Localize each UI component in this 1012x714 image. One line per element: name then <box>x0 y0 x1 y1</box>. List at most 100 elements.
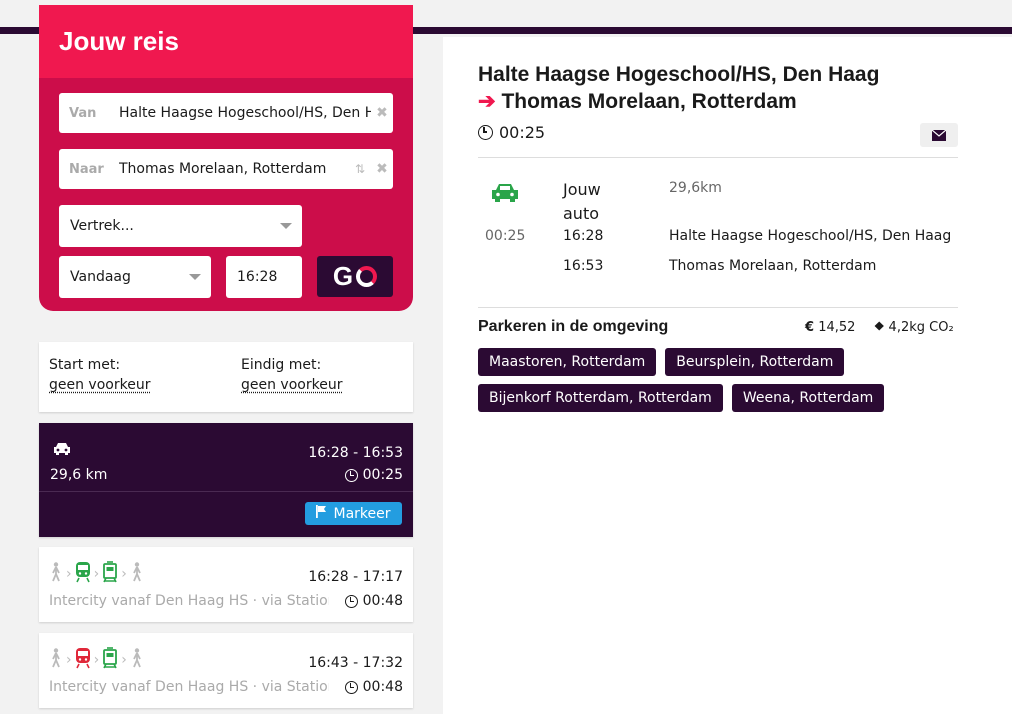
parking-chip[interactable]: Bijenkorf Rotterdam, Rotterdam <box>478 384 723 412</box>
chevron-right-icon: › <box>93 566 100 582</box>
chevron-right-icon: › <box>121 652 127 668</box>
route-times: 16:28 - 16:53 <box>308 445 403 461</box>
to-field[interactable]: Naar Thomas Morelaan, Rotterdam ⇅ ✖ <box>59 149 393 189</box>
route-duration: 00:48 <box>344 679 403 695</box>
start-pref-title: Start met: <box>49 357 121 373</box>
parking-list: Maastoren, Rotterdam Beursplein, Rotterda… <box>478 348 978 420</box>
parking-chip[interactable]: Weena, Rotterdam <box>731 384 885 412</box>
divider <box>478 157 958 158</box>
route-heading: Halte Haagse Hogeschool/HS, Den Haag ➔ T… <box>478 61 879 115</box>
route-from: Halte Haagse Hogeschool/HS, Den Haag <box>478 63 880 86</box>
start-pref-value[interactable]: geen voorkeur <box>49 377 150 393</box>
time-input-value: 16:28 <box>237 269 278 285</box>
leg-depart-place: Halte Haagse Hogeschool/HS, Den Haag <box>669 228 952 244</box>
to-label: Naar <box>69 161 104 177</box>
planner-header: Jouw reis <box>39 5 413 78</box>
trip-cost: € 14,52 <box>805 320 856 335</box>
train-icon <box>75 561 91 587</box>
route-to: Thomas Morelaan, Rotterdam <box>501 90 797 113</box>
day-select[interactable]: Vandaag <box>59 256 211 298</box>
leg-mode: Jouw auto <box>563 180 601 223</box>
route-duration-value: 00:25 <box>362 467 403 483</box>
total-duration-value: 00:25 <box>499 123 546 142</box>
route-times: 16:43 - 17:32 <box>308 655 403 671</box>
tram-icon <box>102 647 118 673</box>
go-logo-icon <box>356 266 378 287</box>
route-duration-value: 00:48 <box>362 593 403 609</box>
route-description: Intercity vanaf Den Haag HS · via Statio… <box>49 593 329 609</box>
trip-co2-value: 4,2kg CO₂ <box>888 320 954 335</box>
chevron-right-icon: › <box>121 566 127 582</box>
travel-preferences: Start met: geen voorkeur Eindig met: gee… <box>39 342 413 412</box>
leg-icons: › › › <box>49 561 144 587</box>
route-option-car[interactable]: 29,6 km 16:28 - 16:53 00:25 Markeer <box>39 423 413 537</box>
leaf-icon: ⯁ <box>874 320 885 335</box>
parking-title: Parkeren in de omgeving <box>478 318 669 335</box>
clock-icon <box>478 125 493 140</box>
leg-icons: › › › <box>49 647 144 673</box>
route-duration: 00:25 <box>344 467 403 483</box>
leg-arrive-place: Thomas Morelaan, Rotterdam <box>669 258 877 274</box>
route-duration-value: 00:48 <box>362 679 403 695</box>
leg-duration: 00:25 <box>485 228 526 244</box>
walk-icon <box>130 648 144 672</box>
route-duration: 00:48 <box>344 593 403 609</box>
from-field[interactable]: Van Halte Haagse Hogeschool/HS, Den H ✖ <box>59 93 393 133</box>
end-pref-title: Eindig met: <box>241 357 322 373</box>
clock-icon <box>344 468 358 482</box>
leg-arrive-time: 16:53 <box>563 258 604 274</box>
total-duration: 00:25 <box>478 123 545 142</box>
departure-select-value: Vertrek... <box>70 218 134 234</box>
divider <box>39 491 413 492</box>
end-preference: Eindig met: geen voorkeur <box>241 357 342 393</box>
walk-icon <box>130 562 144 586</box>
trip-planner: Jouw reis Van Halte Haagse Hogeschool/HS… <box>39 5 413 311</box>
route-option-train-2[interactable]: › › › 16:43 - 17:32 Intercity vanaf Den … <box>39 633 413 708</box>
walk-icon <box>49 562 63 586</box>
trip-cost-value: 14,52 <box>818 320 856 335</box>
arrow-right-icon: ➔ <box>478 90 496 113</box>
trip-co2: ⯁ 4,2kg CO₂ <box>874 320 954 335</box>
flag-icon <box>316 505 327 522</box>
chevron-right-icon: › <box>66 652 72 668</box>
time-input[interactable]: 16:28 <box>226 256 302 298</box>
departure-select[interactable]: Vertrek... <box>59 205 302 247</box>
car-icon <box>490 182 520 208</box>
route-option-train-1[interactable]: › › › 16:28 - 17:17 Intercity vanaf Den … <box>39 547 413 622</box>
route-times: 16:28 - 17:17 <box>308 569 403 585</box>
chevron-right-icon: › <box>66 566 72 582</box>
route-detail-panel: Halte Haagse Hogeschool/HS, Den Haag ➔ T… <box>443 37 1012 714</box>
route-description: Intercity vanaf Den Haag HS · via Statio… <box>49 679 329 695</box>
go-button[interactable]: G <box>317 256 393 297</box>
divider <box>478 307 958 308</box>
go-label: G <box>332 261 355 291</box>
from-label: Van <box>69 105 97 121</box>
to-value[interactable]: Thomas Morelaan, Rotterdam <box>119 161 349 177</box>
envelope-icon <box>931 126 947 145</box>
clear-to-icon[interactable]: ✖ <box>371 161 393 177</box>
leg-distance: 29,6km <box>669 180 722 196</box>
markeer-label: Markeer <box>333 505 391 522</box>
email-button[interactable] <box>920 123 958 147</box>
car-icon <box>52 441 72 461</box>
clock-icon <box>344 594 358 608</box>
train-icon <box>75 647 91 673</box>
chevron-down-icon <box>189 274 201 280</box>
start-preference: Start met: geen voorkeur <box>49 357 150 393</box>
swap-icon[interactable]: ⇅ <box>349 162 371 176</box>
walk-icon <box>49 648 63 672</box>
markeer-button[interactable]: Markeer <box>305 502 402 525</box>
end-pref-value[interactable]: geen voorkeur <box>241 377 342 393</box>
planner-title: Jouw reis <box>59 26 179 56</box>
chevron-right-icon: › <box>93 652 100 668</box>
tram-icon <box>102 561 118 587</box>
parking-chip[interactable]: Maastoren, Rotterdam <box>478 348 657 376</box>
route-distance: 29,6 km <box>50 467 108 483</box>
parking-chip[interactable]: Beursplein, Rotterdam <box>665 348 845 376</box>
from-value[interactable]: Halte Haagse Hogeschool/HS, Den H <box>119 105 371 121</box>
day-select-value: Vandaag <box>70 269 131 285</box>
clock-icon <box>344 680 358 694</box>
chevron-down-icon <box>280 223 292 229</box>
clear-from-icon[interactable]: ✖ <box>371 105 393 121</box>
leg-depart-time: 16:28 <box>563 228 604 244</box>
